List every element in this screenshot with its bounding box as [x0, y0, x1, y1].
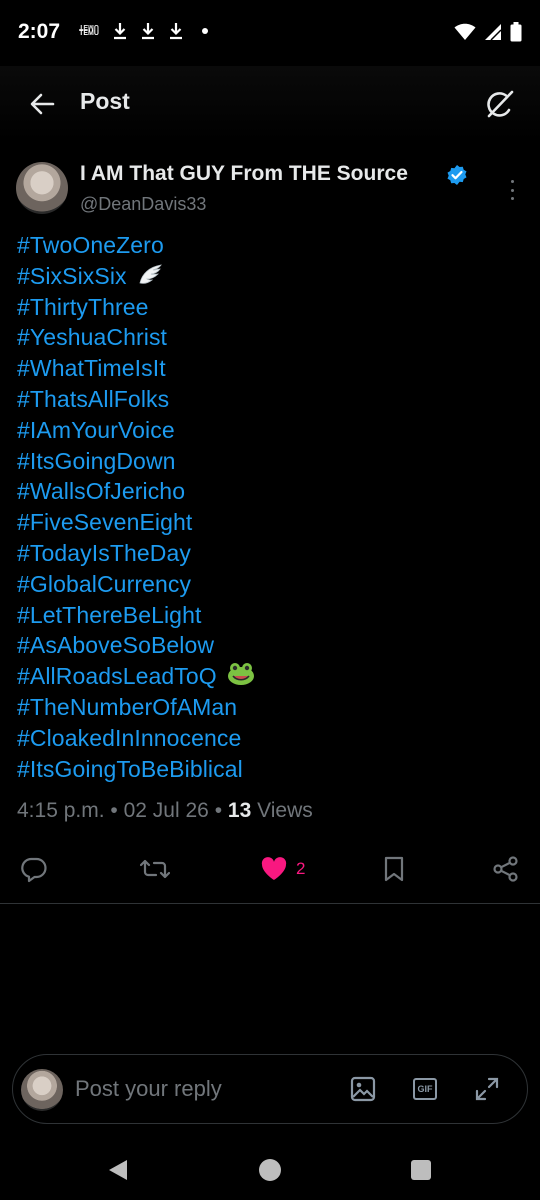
hashtag-link[interactable]: #ItsGoingDown	[17, 446, 527, 477]
separator: •	[110, 799, 118, 822]
square-recents-icon	[411, 1160, 431, 1180]
hashtag-line: #SixSixSix 🪽	[17, 261, 527, 292]
battery-icon	[510, 22, 522, 42]
tweet-date: 02 Jul 26	[123, 799, 209, 822]
tweet-time: 4:15 p.m.	[17, 799, 105, 822]
hashtag-link[interactable]: #CloakedInInnocence	[17, 723, 527, 754]
hashtag-link[interactable]: #IAmYourVoice	[17, 415, 527, 446]
expand-button[interactable]	[473, 1075, 501, 1103]
verified-badge-icon[interactable]	[446, 164, 468, 186]
hashtag-link[interactable]: #FiveSevenEight	[17, 507, 527, 538]
gif-icon: GIF	[413, 1078, 437, 1100]
hashtag-link[interactable]: #SixSixSix	[17, 263, 127, 289]
author-name[interactable]: I AM That GUY From THE Source	[80, 162, 408, 186]
post-screen: 2:07 TEMU TEMU Post I AM That GUY From T…	[0, 0, 540, 1200]
like-count: 2	[296, 859, 306, 878]
share-button[interactable]	[492, 853, 520, 885]
more-dot-icon	[510, 188, 514, 192]
system-icons	[454, 22, 522, 42]
expand-icon	[475, 1077, 499, 1101]
triangle-back-icon	[109, 1160, 127, 1180]
reply-button[interactable]	[20, 853, 48, 885]
download-icon	[170, 23, 182, 40]
divider	[0, 903, 540, 904]
hashtag-link[interactable]: #WhatTimeIsIt	[17, 353, 527, 384]
bookmark-button[interactable]	[382, 853, 406, 885]
frog-icon	[228, 663, 255, 686]
more-dot-icon	[510, 197, 514, 200]
download-icon	[114, 23, 126, 40]
hashtag-link[interactable]: #ThatsAllFolks	[17, 384, 527, 415]
image-button[interactable]	[349, 1075, 377, 1103]
status-time: 2:07	[18, 20, 61, 43]
hashtag-link[interactable]: #AsAboveSoBelow	[17, 630, 527, 661]
back-button[interactable]	[22, 84, 62, 124]
frog-emoji: 🐸	[227, 662, 255, 694]
gif-label: GIF	[417, 1084, 433, 1094]
wing-icon	[139, 264, 163, 285]
share-icon	[493, 856, 518, 882]
arrow-left-icon	[30, 93, 55, 115]
hashtag-link[interactable]: #ItsGoingToBeBiblical	[17, 754, 527, 785]
user-avatar	[21, 1069, 63, 1111]
hashtag-link[interactable]: #LetThereBeLight	[17, 600, 527, 631]
download-icon	[142, 23, 154, 40]
hashtag-link[interactable]: #AllRoadsLeadToQ	[17, 663, 217, 689]
views-count[interactable]: 13	[228, 799, 251, 822]
circle-home-icon	[259, 1159, 281, 1181]
system-nav-bar	[0, 1138, 540, 1200]
grok-icon	[487, 90, 514, 118]
hashtag-link[interactable]: #TwoOneZero	[17, 230, 527, 261]
reply-composer[interactable]: Post your reply GIF	[12, 1054, 528, 1124]
signal-icon	[485, 24, 502, 41]
hashtag-link[interactable]: #TheNumberOfAMan	[17, 692, 527, 723]
page-title: Post	[80, 88, 130, 114]
wifi-icon	[454, 23, 476, 40]
repost-icon	[140, 859, 170, 879]
action-bar: 2	[0, 845, 540, 893]
grok-button[interactable]	[480, 84, 520, 124]
hashtag-link[interactable]: #TodayIsTheDay	[17, 538, 527, 569]
bookmark-icon	[384, 856, 404, 882]
views-label[interactable]: Views	[257, 799, 313, 822]
reply-input[interactable]: Post your reply	[75, 1076, 222, 1102]
hashtag-line: #AllRoadsLeadToQ 🐸	[17, 661, 527, 692]
more-dot-icon	[510, 180, 514, 183]
hashtag-link[interactable]: #YeshuaChrist	[17, 322, 527, 353]
more-options-button[interactable]	[504, 180, 520, 200]
separator: •	[214, 799, 223, 822]
author-avatar[interactable]	[16, 162, 68, 214]
like-button[interactable]: 2	[260, 853, 305, 885]
author-handle[interactable]: @DeanDavis33	[80, 194, 206, 215]
hashtag-link[interactable]: #ThirtyThree	[17, 292, 527, 323]
nav-recents-button[interactable]	[407, 1156, 435, 1184]
notification-icons: TEMU TEMU	[78, 22, 208, 40]
hashtag-link[interactable]: #WallsOfJericho	[17, 476, 527, 507]
comment-icon	[21, 857, 47, 883]
heart-filled-icon	[261, 857, 287, 880]
image-icon	[350, 1076, 376, 1102]
nav-back-button[interactable]	[104, 1156, 132, 1184]
tweet-meta: 4:15 p.m. • 02 Jul 26 • 13 Views	[17, 799, 313, 823]
nav-home-button[interactable]	[256, 1156, 284, 1184]
dot-icon	[202, 28, 208, 34]
status-bar: 2:07 TEMU TEMU	[0, 0, 540, 66]
repost-button[interactable]	[140, 853, 170, 885]
temu-icon: TEMU TEMU	[79, 23, 99, 37]
gif-button[interactable]: GIF	[411, 1075, 439, 1103]
hashtag-link[interactable]: #GlobalCurrency	[17, 569, 527, 600]
top-app-bar: Post	[0, 66, 540, 140]
tweet-text: #TwoOneZero #SixSixSix 🪽 #ThirtyThree #Y…	[17, 230, 527, 784]
wing-emoji: 🪽	[137, 262, 163, 293]
